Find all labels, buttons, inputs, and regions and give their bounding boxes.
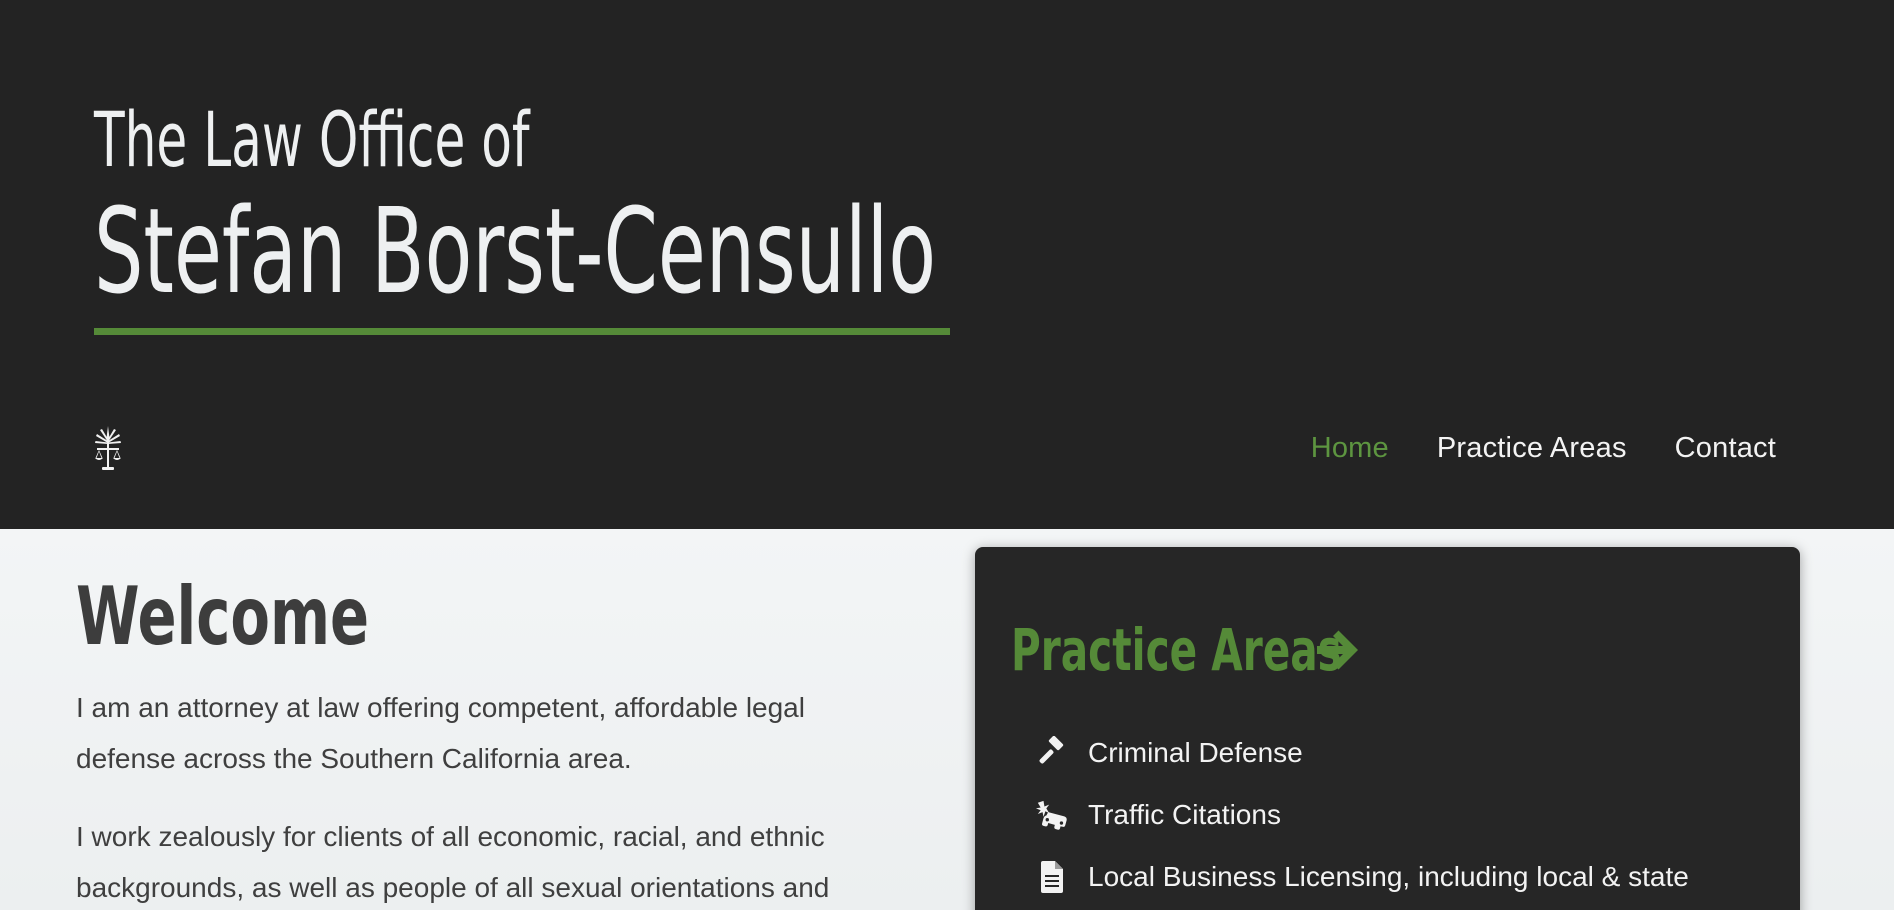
practice-item-label: Criminal Defense bbox=[1088, 737, 1303, 768]
practice-item-label: Local Business Licensing, including loca… bbox=[1088, 861, 1689, 892]
nav-contact[interactable]: Contact bbox=[1675, 432, 1776, 465]
site-brand[interactable]: The Law Office of Stefan Borst-Censullo bbox=[94, 92, 1370, 316]
document-icon bbox=[1035, 860, 1069, 894]
practice-areas-list: Criminal Defense Traffic Citations Local… bbox=[1035, 722, 1689, 908]
site-title-line1: The Law Office of bbox=[94, 95, 530, 184]
welcome-paragraph-1: I am an attorney at law offering compete… bbox=[76, 692, 805, 774]
main-nav: Home Practice Areas Contact bbox=[1311, 432, 1776, 465]
practice-areas-card: Practice Areas Criminal Defense Traffic … bbox=[975, 547, 1800, 910]
welcome-heading: Welcome bbox=[76, 570, 370, 663]
gavel-icon bbox=[1035, 736, 1069, 770]
practice-areas-heading: Practice Areas bbox=[1011, 616, 1342, 684]
site-title-line2: Stefan Borst-Censullo bbox=[94, 182, 936, 320]
car-crash-icon bbox=[1035, 798, 1069, 832]
nav-practice-areas[interactable]: Practice Areas bbox=[1437, 432, 1627, 465]
welcome-paragraph-2: I work zealously for clients of all econ… bbox=[76, 821, 830, 903]
practice-item-business-licensing[interactable]: Local Business Licensing, including loca… bbox=[1035, 846, 1689, 908]
main-content: Welcome I am an attorney at law offering… bbox=[0, 529, 1894, 910]
practice-item-traffic-citations[interactable]: Traffic Citations bbox=[1035, 784, 1689, 846]
nav-home[interactable]: Home bbox=[1311, 432, 1389, 465]
practice-areas-link[interactable]: Practice Areas bbox=[1011, 615, 1363, 685]
practice-item-label: Traffic Citations bbox=[1088, 799, 1281, 830]
scales-of-justice-icon[interactable] bbox=[92, 424, 124, 472]
practice-item-criminal-defense[interactable]: Criminal Defense bbox=[1035, 722, 1689, 784]
site-header: The Law Office of Stefan Borst-Censullo bbox=[0, 0, 1894, 529]
title-underline bbox=[94, 328, 950, 335]
